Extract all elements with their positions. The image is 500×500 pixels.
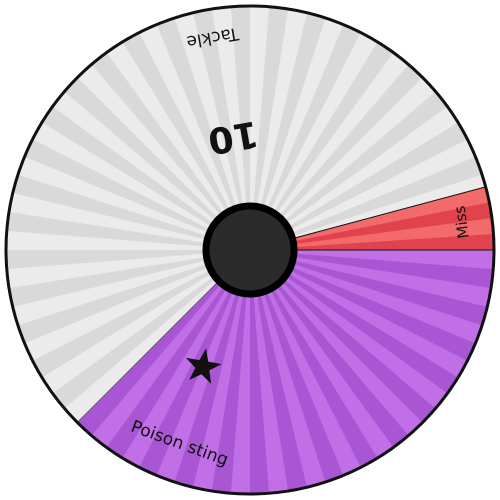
move-wheel[interactable]: Tackle10MissPoison sting: [0, 0, 500, 500]
wheel-hub[interactable]: [202, 202, 298, 298]
segment-power-label: 10: [205, 112, 261, 161]
